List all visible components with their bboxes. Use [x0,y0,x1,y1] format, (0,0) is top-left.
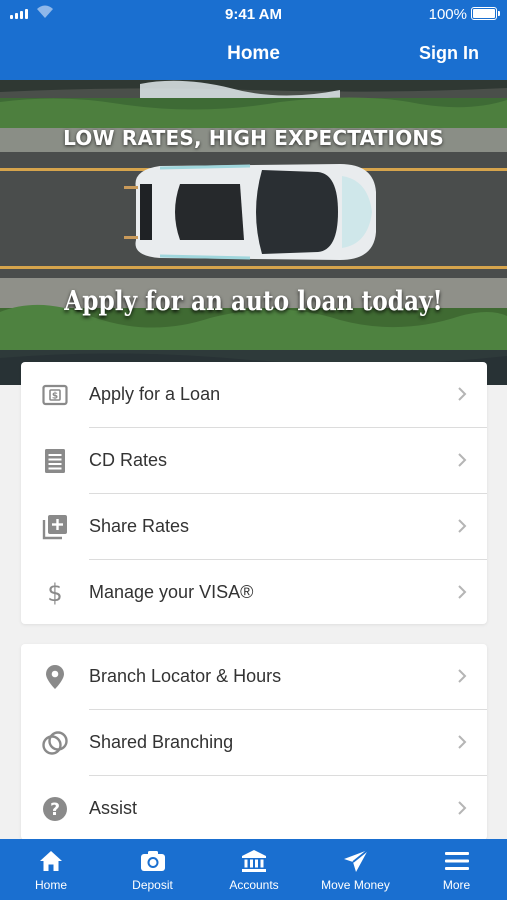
loan-icon: $ [41,381,69,409]
menu-item-manage-visa[interactable]: $ Manage your VISA® [21,560,487,626]
menu-item-shared-branching[interactable]: Shared Branching [21,710,487,776]
battery-percentage: 100% [428,6,467,23]
tab-deposit[interactable]: Deposit [102,839,203,900]
menu-item-label: Manage your VISA® [89,582,254,602]
chevron-right-icon [458,801,467,815]
nav-bar: Home Sign In [0,28,507,80]
menu-item-share-rates[interactable]: Share Rates [21,494,487,560]
menu-item-label: Branch Locator & Hours [89,666,282,686]
menu-item-label: Apply for a Loan [89,384,221,404]
banner-headline: LOW RATES, HIGH EXPECTATIONS [63,126,444,150]
chevron-right-icon [458,453,467,467]
home-icon [0,847,102,875]
chevron-right-icon [458,387,467,401]
tab-label: Home [34,878,67,892]
location-pin-icon [41,663,69,691]
tab-label: Deposit [132,878,173,892]
menu-item-apply-loan[interactable]: $ Apply for a Loan [21,362,487,428]
chevron-right-icon [458,669,467,683]
document-list-icon [41,447,69,475]
help-icon: ? [41,795,69,823]
tab-label: Accounts [229,878,279,892]
menu-item-label: Assist [89,798,138,818]
chevron-right-icon [458,735,467,749]
tab-bar: Home Deposit Accounts Move Money More [0,839,507,900]
tab-accounts[interactable]: Accounts [203,839,305,900]
svg-text:$: $ [47,580,62,606]
banner-cta: Apply for an auto loan today! [64,286,443,317]
services-card: $ Apply for a Loan CD Rates Share Rates … [21,362,487,624]
tab-more[interactable]: More [406,839,507,900]
menu-icon [406,847,507,875]
menu-item-label: Share Rates [89,516,190,536]
menu-item-branch-locator[interactable]: Branch Locator & Hours [21,644,487,710]
tab-move-money[interactable]: Move Money [305,839,406,900]
camera-icon [102,847,203,875]
send-icon [305,847,406,875]
svg-text:$: $ [52,392,58,402]
tab-label: More [442,878,471,892]
menu-item-cd-rates[interactable]: CD Rates [21,428,487,494]
sign-in-button[interactable]: Sign In [419,43,479,64]
support-card: Branch Locator & Hours Shared Branching … [21,644,487,840]
dollar-icon: $ [41,579,69,607]
chevron-right-icon [458,519,467,533]
promo-banner[interactable]: LOW RATES, HIGH EXPECTATIONS Apply for a… [0,80,507,385]
bank-icon [203,847,305,875]
menu-item-label: Shared Branching [89,732,234,752]
tab-label: Move Money [321,878,390,892]
linked-rings-icon [41,729,69,757]
add-library-icon [41,513,69,541]
battery-icon [471,7,500,20]
status-bar: 9:41 AM 100% [0,0,507,28]
tab-home[interactable]: Home [0,839,102,900]
menu-item-assist[interactable]: ? Assist [21,776,487,842]
menu-item-label: CD Rates [89,450,168,470]
chevron-right-icon [458,585,467,599]
svg-text:?: ? [50,800,60,820]
